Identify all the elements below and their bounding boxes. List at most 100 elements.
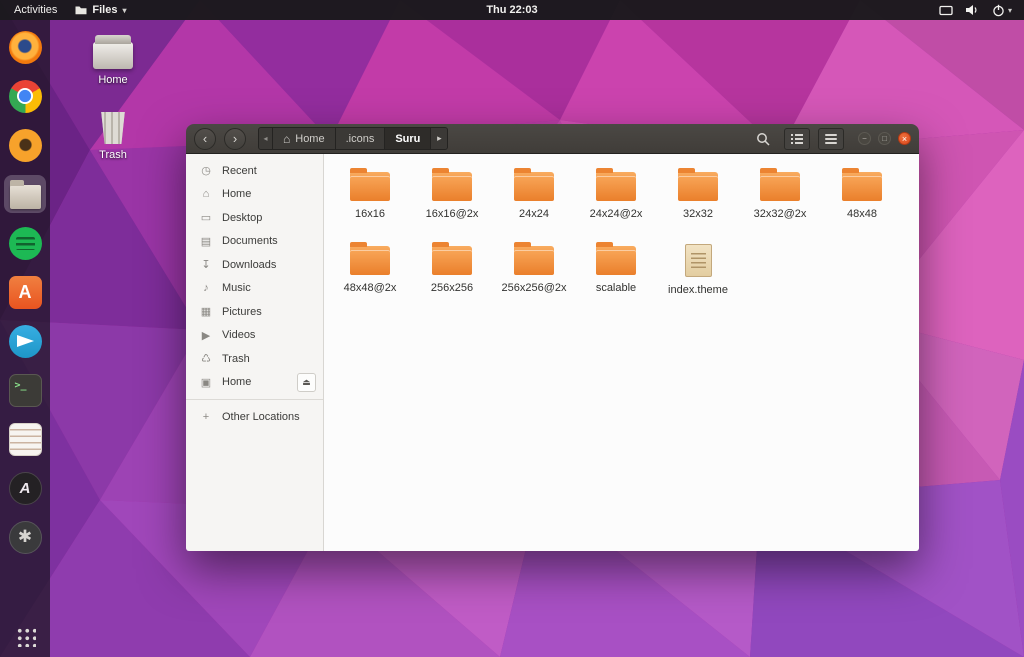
menu-button[interactable] — [818, 128, 844, 150]
file-item[interactable]: 256x256@2x — [493, 240, 575, 314]
desktop-icon-home[interactable]: Home — [81, 42, 145, 86]
dock-item-chrome[interactable] — [4, 77, 46, 115]
sidebar-item-downloads[interactable]: ↧ Downloads — [186, 253, 323, 277]
file-item[interactable]: 256x256 — [411, 240, 493, 314]
dock-item-telegram[interactable] — [4, 322, 46, 360]
picture-icon: ▦ — [199, 305, 213, 318]
path-segment-label: .icons — [346, 133, 375, 145]
sidebar: ◷ Recent ⌂ Home ▭ Desktop ▤ Documents ↧ … — [186, 154, 324, 551]
path-segment-label: Home — [295, 133, 324, 145]
hamburger-icon — [825, 138, 837, 140]
search-button[interactable] — [750, 128, 776, 150]
path-segment-suru[interactable]: Suru — [385, 128, 431, 149]
dock-item-cheese[interactable] — [4, 126, 46, 164]
sidebar-item-music[interactable]: ♪ Music — [186, 277, 323, 301]
ubuntu-software-icon: A — [9, 276, 42, 309]
firefox-icon — [9, 31, 42, 64]
activities-button[interactable]: Activities — [10, 2, 61, 18]
minimize-button[interactable]: − — [858, 132, 871, 145]
clock[interactable]: Thu 22:03 — [0, 4, 1024, 16]
text-editor-icon — [9, 423, 42, 456]
folder-icon — [514, 246, 554, 275]
file-item[interactable]: 24x24@2x — [575, 166, 657, 240]
files-window: ‹ › ◂ ⌂ Home .icons Suru ▸ — [186, 124, 919, 551]
headerbar[interactable]: ‹ › ◂ ⌂ Home .icons Suru ▸ — [186, 124, 919, 154]
dock-item-firefox[interactable] — [4, 28, 46, 66]
path-scroll-left-icon[interactable]: ◂ — [259, 128, 273, 149]
app-menu-label: Files — [92, 4, 117, 16]
document-icon: ▤ — [199, 235, 213, 248]
desktop-icon: ▭ — [199, 211, 213, 224]
folder-icon — [596, 246, 636, 275]
sidebar-item-home-drive[interactable]: ▣ Home ⏏ — [186, 371, 323, 395]
dock-item-spotify[interactable] — [4, 224, 46, 262]
chrome-icon — [9, 80, 42, 113]
files-app-icon — [10, 185, 41, 209]
forward-button[interactable]: › — [224, 128, 246, 150]
file-item[interactable]: 32x32@2x — [739, 166, 821, 240]
volume-icon[interactable] — [965, 4, 980, 16]
file-item[interactable]: 32x32 — [657, 166, 739, 240]
file-item[interactable]: 16x16@2x — [411, 166, 493, 240]
spotify-icon — [9, 227, 42, 260]
file-item[interactable]: 48x48@2x — [329, 240, 411, 314]
display-arrangement-icon[interactable] — [939, 5, 953, 16]
dock-item-tweaks[interactable]: ✱ — [4, 518, 46, 556]
show-applications-button[interactable] — [15, 626, 36, 647]
top-bar: Activities Files ▾ Thu 22:03 ▾ — [0, 0, 1024, 20]
close-button[interactable]: × — [898, 132, 911, 145]
sidebar-item-pictures[interactable]: ▦ Pictures — [186, 300, 323, 324]
sidebar-item-home[interactable]: ⌂ Home — [186, 183, 323, 207]
chevron-down-icon: ▾ — [1008, 6, 1012, 15]
dock-item-terminal[interactable]: >_ — [4, 371, 46, 409]
view-toggle-button[interactable] — [784, 128, 810, 150]
sidebar-item-trash[interactable]: ♺ Trash — [186, 347, 323, 371]
sidebar-item-videos[interactable]: ▶ Videos — [186, 324, 323, 348]
folder-icon — [432, 172, 472, 201]
folder-icon — [760, 172, 800, 201]
music-note-icon: ♪ — [199, 282, 213, 294]
maximize-button[interactable]: □ — [878, 132, 891, 145]
file-item[interactable]: 48x48 — [821, 166, 903, 240]
theme-file-icon — [685, 244, 712, 277]
terminal-icon: >_ — [9, 374, 42, 407]
file-item[interactable]: index.theme — [657, 240, 739, 314]
path-expand-button[interactable]: ▸ — [431, 128, 447, 149]
path-segment-icons[interactable]: .icons — [336, 128, 386, 149]
plus-icon: + — [199, 411, 213, 423]
sidebar-item-other-locations[interactable]: + Other Locations — [186, 405, 323, 429]
video-icon: ▶ — [199, 329, 213, 342]
gear-icon: ✱ — [9, 521, 42, 554]
sidebar-item-documents[interactable]: ▤ Documents — [186, 230, 323, 254]
file-grid: 16x16 16x16@2x 24x24 24x24@2x 32x32 32x3… — [324, 154, 919, 551]
folder-icon — [678, 172, 718, 201]
file-item[interactable]: 16x16 — [329, 166, 411, 240]
home-icon: ⌂ — [199, 188, 213, 200]
camera-app-icon — [9, 129, 42, 162]
window-controls: − □ × — [858, 132, 911, 145]
trash-icon: ♺ — [199, 352, 213, 365]
telegram-icon — [9, 325, 42, 358]
home-icon: ⌂ — [283, 132, 290, 146]
dock-item-ubuntu-software[interactable]: A — [4, 273, 46, 311]
path-segment-label: Suru — [395, 133, 420, 145]
power-status-icon[interactable]: ▾ — [992, 4, 1012, 17]
sidebar-item-desktop[interactable]: ▭ Desktop — [186, 206, 323, 230]
folder-icon — [514, 172, 554, 201]
file-item[interactable]: scalable — [575, 240, 657, 314]
desktop-icon-trash[interactable]: Trash — [81, 112, 145, 161]
sidebar-item-recent[interactable]: ◷ Recent — [186, 159, 323, 183]
dock-item-text-editor[interactable] — [4, 420, 46, 458]
folder-icon — [350, 172, 390, 201]
back-button[interactable]: ‹ — [194, 128, 216, 150]
app-menu-button[interactable]: Files ▾ — [75, 4, 126, 16]
path-segment-home[interactable]: ⌂ Home — [273, 128, 336, 149]
eject-button[interactable]: ⏏ — [297, 373, 316, 392]
dock-item-files[interactable] — [4, 175, 46, 213]
folder-icon — [350, 246, 390, 275]
dock-item-audio-app[interactable]: A — [4, 469, 46, 507]
path-bar: ◂ ⌂ Home .icons Suru ▸ — [258, 127, 448, 150]
search-icon — [756, 132, 770, 146]
file-item[interactable]: 24x24 — [493, 166, 575, 240]
home-folder-icon — [93, 42, 133, 69]
